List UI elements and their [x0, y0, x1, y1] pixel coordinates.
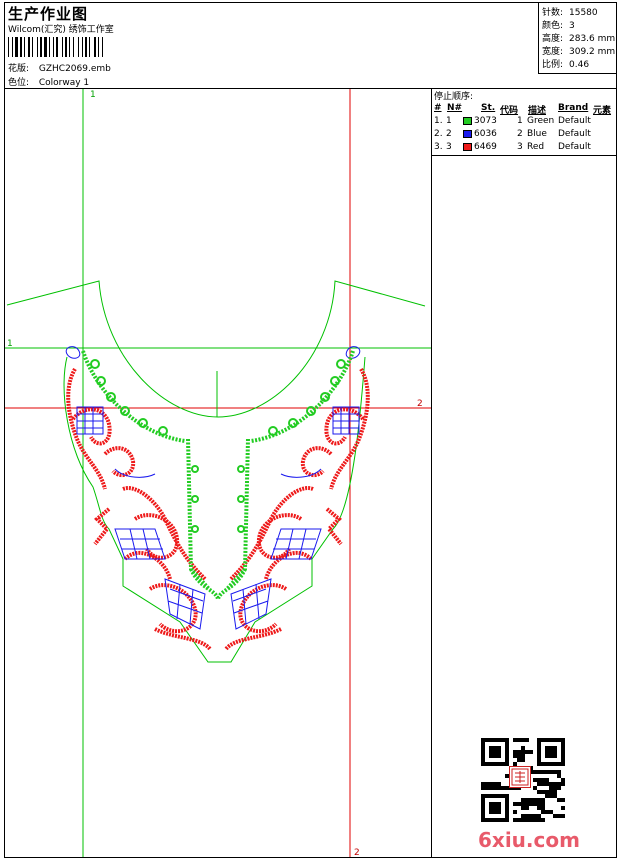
guide-label-right: 2 — [417, 399, 423, 409]
row-number: 3 — [446, 142, 452, 152]
col-code: 代码 — [500, 106, 519, 116]
color-swatch-red — [463, 143, 472, 151]
row-brand: Default — [558, 129, 591, 139]
barcode-image — [8, 37, 103, 57]
stat-value: 0.46 — [569, 60, 590, 70]
color-swatch-blue — [463, 130, 472, 138]
stat-value: 3 — [569, 21, 575, 31]
row-description: Green — [527, 116, 555, 126]
row-brand: Default — [558, 116, 591, 126]
row-index: 2. — [434, 129, 443, 139]
row-description: Blue — [527, 129, 547, 139]
col-brand: Brand — [558, 103, 589, 113]
stat-colors: 颜色: 3 — [542, 18, 575, 31]
blue-embroidery — [65, 346, 361, 630]
col-element: 元素 — [593, 106, 612, 116]
row-code: 3 — [517, 142, 523, 152]
row-index: 1. — [434, 116, 443, 126]
row-stitches: 6036 — [474, 129, 497, 139]
stat-label: 宽度: — [542, 47, 564, 57]
col-description: 描述 — [528, 106, 547, 116]
row-description: Red — [527, 142, 545, 152]
row-stitches: 6469 — [474, 142, 497, 152]
green-loops — [90, 359, 346, 533]
guide-label-left: 1 — [7, 339, 13, 349]
stop-sequence-title: 停止顺序: — [434, 92, 474, 102]
row-number: 2 — [446, 129, 452, 139]
pattern-row: 花版: GZHC2069.emb — [8, 61, 111, 74]
stat-value: 309.2 mm — [569, 47, 616, 57]
row-stitches: 3073 — [474, 116, 497, 126]
row-index: 3. — [434, 142, 443, 152]
guide-label-top: 1 — [90, 90, 96, 100]
pattern-value: GZHC2069.emb — [38, 64, 111, 74]
row-number: 1 — [446, 116, 452, 126]
stats-box: 针数: 15580 颜色: 3 高度: 283.6 mm 宽度: 309.2 mm 比例… — [538, 2, 617, 74]
neckline-outline — [6, 280, 426, 663]
stat-label: 高度: — [542, 34, 564, 44]
studio-name: Wilcom(汇究) 绣饰工作室 — [8, 25, 114, 35]
colorway-label: 色位: — [8, 78, 30, 88]
row-code: 1 — [517, 116, 523, 126]
seal-stamp-icon — [509, 766, 531, 788]
stat-stitches: 针数: 15580 — [542, 5, 598, 18]
stat-label: 比例: — [542, 60, 564, 70]
table-divider — [432, 155, 617, 156]
guide-label-bottom: 2 — [354, 848, 360, 857]
row-code: 2 — [517, 129, 523, 139]
stat-label: 针数: — [542, 8, 564, 18]
stat-value: 15580 — [569, 8, 598, 18]
color-swatch-green — [463, 117, 472, 125]
stat-width: 宽度: 309.2 mm — [542, 44, 615, 57]
pattern-label: 花版: — [8, 64, 30, 74]
stat-label: 颜色: — [542, 21, 564, 31]
col-stitches: St. — [481, 103, 496, 113]
watermark-text: 6xiu.com — [478, 828, 580, 852]
stat-height: 高度: 283.6 mm — [542, 31, 615, 44]
col-number: N# — [447, 103, 463, 113]
embroidery-design-canvas: 1 1 2 2 — [5, 89, 431, 857]
page-title: 生产作业图 — [8, 5, 89, 23]
colorway-value: Colorway 1 — [38, 78, 90, 88]
col-index: # — [434, 103, 442, 113]
stat-scale: 比例: 0.46 — [542, 57, 589, 70]
stat-value: 283.6 mm — [569, 34, 616, 44]
row-brand: Default — [558, 142, 591, 152]
colorway-row: 色位: Colorway 1 — [8, 75, 89, 88]
